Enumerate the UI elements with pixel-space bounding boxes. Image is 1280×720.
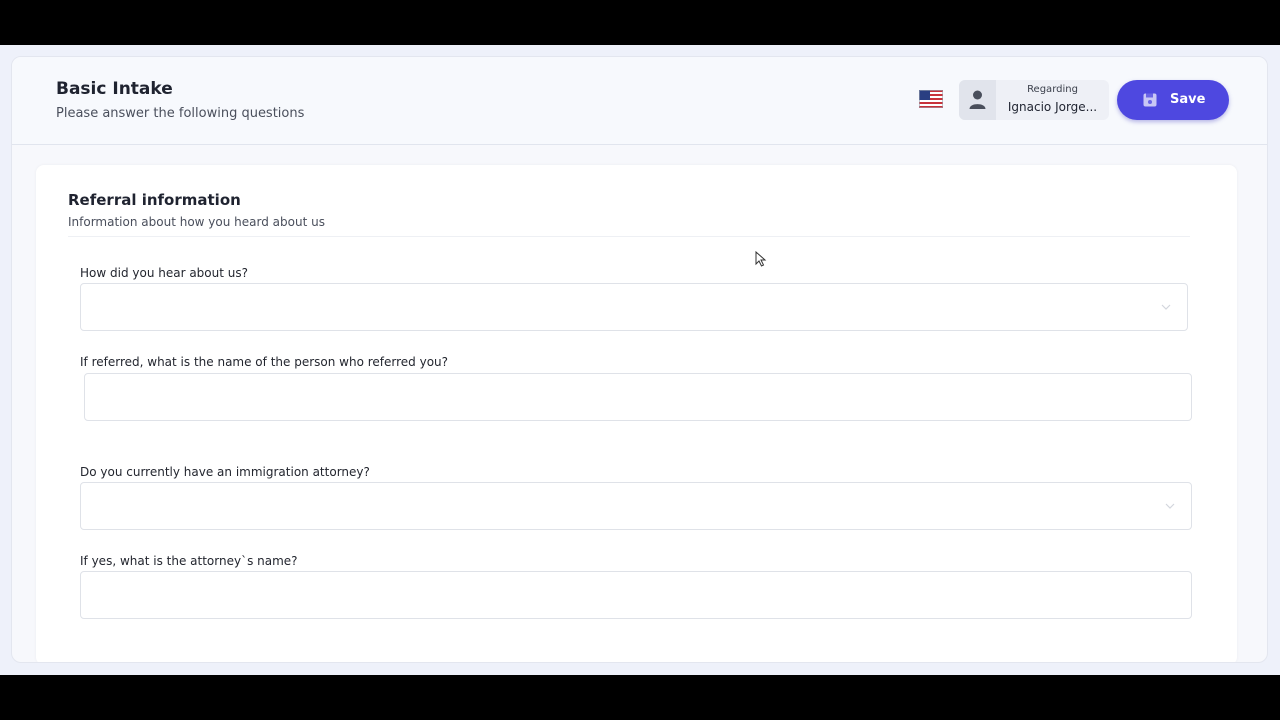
save-button-label: Save [1170, 92, 1206, 107]
chevron-down-icon [1161, 304, 1171, 310]
field-label-referrer-name: If referred, what is the name of the per… [80, 355, 449, 369]
user-icon [969, 90, 986, 109]
field-label-has-attorney: Do you currently have an immigration att… [80, 465, 370, 479]
section-title: Referral information [68, 191, 241, 209]
page-title: Basic Intake [56, 79, 173, 99]
page-subtitle: Please answer the following questions [56, 106, 305, 121]
attorney-name-input[interactable] [81, 572, 1191, 618]
field-label-attorney-name: If yes, what is the attorney`s name? [80, 554, 298, 568]
us-flag-icon[interactable] [919, 90, 943, 108]
regarding-selector[interactable]: Regarding Ignacio Jorge... [959, 80, 1109, 120]
mouse-cursor-icon [755, 251, 767, 267]
field-label-how-heard: How did you hear about us? [80, 266, 248, 280]
viewport: Basic Intake Please answer the following… [0, 45, 1280, 675]
referrer-name-field[interactable] [84, 373, 1192, 421]
chevron-down-icon [1165, 503, 1175, 509]
section-description: Information about how you heard about us [68, 215, 325, 229]
has-attorney-select[interactable] [80, 482, 1192, 530]
how-heard-select[interactable] [80, 283, 1188, 331]
avatar [959, 80, 996, 120]
save-icon [1143, 93, 1157, 107]
regarding-label: Regarding [1027, 84, 1078, 95]
attorney-name-field[interactable] [80, 571, 1192, 619]
intake-panel: Basic Intake Please answer the following… [11, 56, 1268, 663]
referral-section-card: Referral information Information about h… [36, 165, 1237, 662]
section-divider [68, 236, 1190, 237]
save-button[interactable]: Save [1117, 80, 1229, 120]
regarding-name: Ignacio Jorge... [1007, 100, 1098, 114]
page-header: Basic Intake Please answer the following… [12, 57, 1267, 145]
referrer-name-input[interactable] [85, 374, 1191, 420]
